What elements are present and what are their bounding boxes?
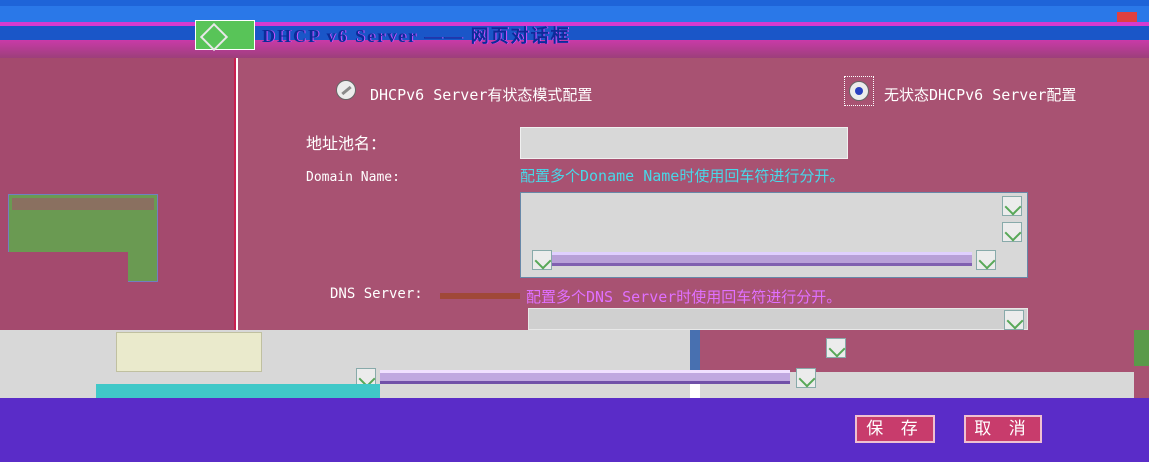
domain-horizontal-scrollbar[interactable] <box>552 252 972 266</box>
render-band-cream <box>116 332 262 372</box>
close-icon[interactable] <box>1117 12 1137 22</box>
window-title-bar <box>0 0 1149 58</box>
render-band-blue <box>690 330 700 370</box>
window-title: DHCP v6 Server —— 网页对话框 <box>262 26 571 46</box>
domain-name-label: Domain Name: <box>306 170 400 185</box>
dns-horizontal-scrollbar[interactable] <box>380 370 790 384</box>
left-preview-header <box>12 198 154 210</box>
radio-stateless-mode[interactable] <box>844 76 874 106</box>
pool-name-label: 地址池名： <box>306 134 387 153</box>
radio-selected-icon[interactable] <box>849 81 869 101</box>
domain-name-hint: 配置多个Doname Name时使用回车符进行分开。 <box>520 167 845 185</box>
stateful-mode-label: DHCPv6 Server有状态模式配置 <box>370 86 593 104</box>
save-button[interactable]: 保 存 <box>855 415 935 443</box>
scroll-arrow-icon[interactable] <box>1002 222 1022 242</box>
dns-server-label: DNS Server: <box>330 286 423 302</box>
pool-name-input[interactable] <box>520 127 848 159</box>
scroll-arrow-icon[interactable] <box>796 368 816 388</box>
dns-label-underline <box>440 293 520 299</box>
scroll-arrow-icon[interactable] <box>976 250 996 270</box>
dns-server-textarea[interactable] <box>528 308 1028 330</box>
render-band-green <box>1134 330 1149 366</box>
scroll-arrow-icon[interactable] <box>826 338 846 358</box>
scroll-arrow-icon[interactable] <box>532 250 552 270</box>
left-preview-notch <box>8 252 128 282</box>
stateless-mode-label: 无状态DHCPv6 Server配置 <box>884 86 1077 104</box>
dns-server-hint: 配置多个DNS Server时使用回车符进行分开。 <box>526 288 842 306</box>
dialog-icon <box>195 20 255 50</box>
scroll-arrow-icon[interactable] <box>1002 196 1022 216</box>
cancel-button[interactable]: 取 消 <box>964 415 1042 443</box>
radio-unselected-icon[interactable] <box>336 80 356 100</box>
scroll-arrow-icon[interactable] <box>1004 310 1024 330</box>
